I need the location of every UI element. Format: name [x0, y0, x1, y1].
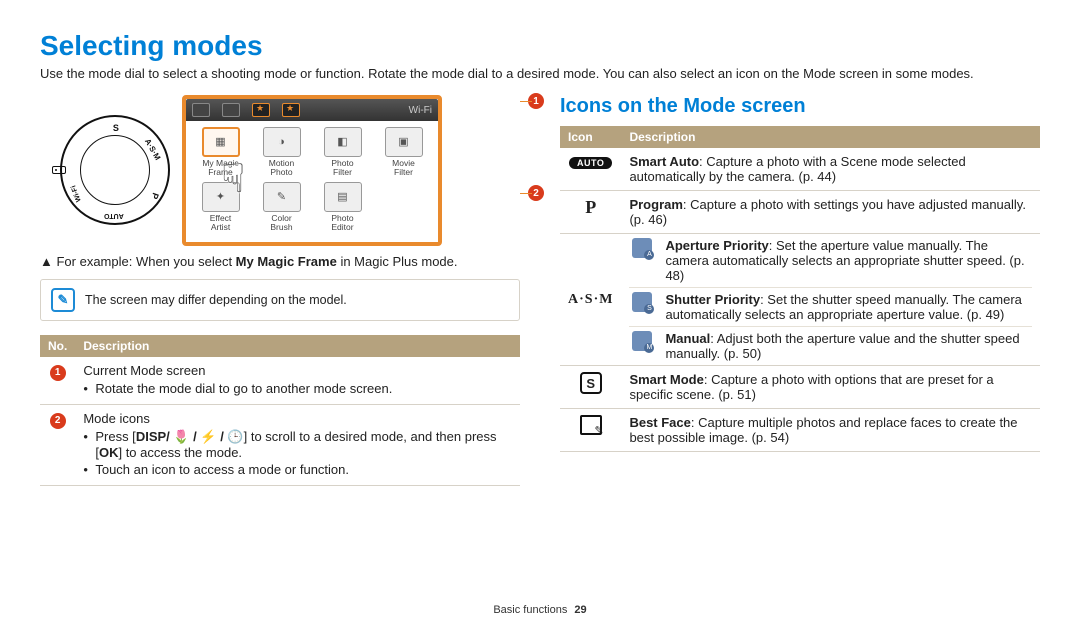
- right-column: Icons on the Mode screen Icon Descriptio…: [560, 95, 1040, 486]
- table-row: P Program: Capture a photo with settings…: [560, 191, 1040, 234]
- footer-section: Basic functions: [493, 604, 567, 616]
- table-row: 2 Mode icons Press [DISP/ 🌷 / ⚡ / 🕒] to …: [40, 405, 520, 486]
- mode-screen-tabs: Wi-Fi: [186, 99, 438, 121]
- illustration: S A·S·M P AUTO Wi-Fi 1 2: [40, 95, 520, 246]
- row2-bullet-2: Touch an icon to access a mode or functi…: [83, 462, 512, 477]
- mode-item-movie-filter: ▣MovieFilter: [375, 127, 432, 178]
- icons-heading: Icons on the Mode screen: [560, 95, 1040, 118]
- row1-title: Current Mode screen: [83, 363, 205, 378]
- callout-line-1: [520, 101, 532, 102]
- th-description: Description: [75, 335, 520, 357]
- left-column: S A·S·M P AUTO Wi-Fi 1 2: [40, 95, 520, 486]
- mode-screen: Wi-Fi ▦My MagicFrame ◑MotionPhoto ◧Photo…: [182, 95, 442, 246]
- ok-key: OK: [99, 445, 119, 460]
- callout-description-table: No. Description 1 Current Mode screen Ro…: [40, 335, 520, 486]
- icons-table: Icon Description AUTO Smart Auto: Captur…: [560, 126, 1040, 452]
- wifi-label: Wi-Fi: [409, 105, 432, 116]
- table-row: S Smart Mode: Capture a photo with optio…: [560, 366, 1040, 409]
- smart-mode-icon: S: [571, 372, 611, 394]
- tab-icon: [192, 103, 210, 117]
- mode-item-my-magic-frame: ▦My MagicFrame: [192, 127, 249, 178]
- intro-paragraph: Use the mode dial to select a shooting m…: [40, 66, 1040, 81]
- tab-icon-star: [282, 103, 300, 117]
- disp-keys: DISP/ 🌷 / ⚡ / 🕒: [136, 429, 244, 444]
- asm-icon: A·S·M: [568, 292, 613, 308]
- mode-grid: ▦My MagicFrame ◑MotionPhoto ◧PhotoFilter…: [186, 121, 438, 238]
- page-footer: Basic functions 29: [0, 604, 1080, 616]
- tab-icon-star-active: [252, 103, 270, 117]
- row2-bullet-1: Press [DISP/ 🌷 / ⚡ / 🕒] to scroll to a d…: [83, 429, 512, 460]
- note-box: ✎ The screen may differ depending on the…: [40, 279, 520, 321]
- callout-badge-2: 2: [50, 413, 66, 429]
- dial-label-smart: S: [113, 123, 119, 133]
- dial-index-marker: [52, 166, 66, 174]
- row2-title: Mode icons: [83, 411, 149, 426]
- shutter-priority-icon: [632, 292, 652, 312]
- note-icon: ✎: [51, 288, 75, 312]
- program-icon: P: [571, 197, 611, 218]
- mode-dial-illustration: S A·S·M P AUTO Wi-Fi: [60, 115, 170, 225]
- mode-screen-panel: 1 2 Wi-Fi ▦My MagicFrame ◑Moti: [182, 95, 520, 246]
- callout-line-2: [520, 193, 532, 194]
- callout-badge-1: 1: [50, 365, 66, 381]
- dial-label-auto: AUTO: [104, 212, 124, 219]
- example-caption: ▲ For example: When you select My Magic …: [40, 254, 520, 269]
- aperture-priority-icon: [632, 238, 652, 258]
- mode-item-photo-filter: ◧PhotoFilter: [314, 127, 371, 178]
- dial-label-p: P: [149, 191, 160, 200]
- mode-item-color-brush: ✎ColorBrush: [253, 182, 310, 233]
- th-no: No.: [40, 335, 75, 357]
- mode-item-motion-photo: ◑MotionPhoto: [253, 127, 310, 178]
- page-title: Selecting modes: [40, 30, 1040, 62]
- auto-icon: AUTO: [569, 157, 612, 169]
- dial-label-asm: A·S·M: [143, 137, 162, 162]
- row1-bullet: Rotate the mode dial to go to another mo…: [83, 381, 512, 396]
- mode-item-effect-artist: ✦EffectArtist: [192, 182, 249, 233]
- mode-item-photo-editor: ▤PhotoEditor: [314, 182, 371, 233]
- footer-page-number: 29: [574, 604, 586, 616]
- note-text: The screen may differ depending on the m…: [85, 293, 347, 307]
- asm-aperture-row: Aperture Priority: Set the aperture valu…: [629, 234, 1032, 288]
- table-row: Best Face: Capture multiple photos and r…: [560, 409, 1040, 452]
- table-row: 1 Current Mode screen Rotate the mode di…: [40, 357, 520, 405]
- th-icon: Icon: [560, 126, 621, 148]
- table-row: AUTO Smart Auto: Capture a photo with a …: [560, 148, 1040, 191]
- asm-manual-row: Manual: Adjust both the aperture value a…: [629, 327, 1032, 365]
- asm-shutter-row: Shutter Priority: Set the shutter speed …: [629, 288, 1032, 327]
- dial-label-wifi: Wi-Fi: [70, 184, 82, 202]
- manual-icon: [632, 331, 652, 351]
- tab-icon: [222, 103, 240, 117]
- table-row: A·S·M Aperture Priority: Set the apertur…: [560, 234, 1040, 366]
- th-description: Description: [621, 126, 1040, 148]
- best-face-icon: [571, 415, 611, 435]
